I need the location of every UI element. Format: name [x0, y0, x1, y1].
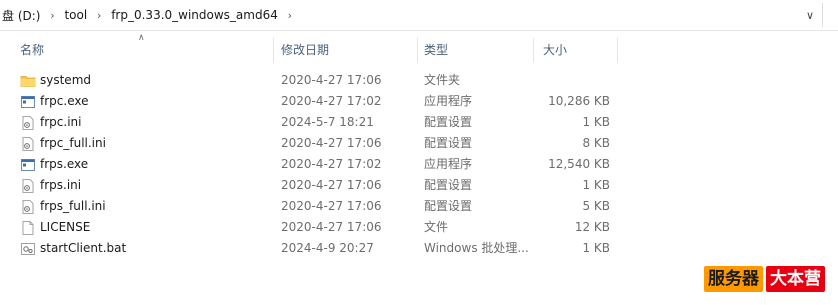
chevron-right-icon[interactable]: ›: [42, 9, 62, 22]
column-divider[interactable]: [417, 38, 418, 62]
file-name: frps.ini: [40, 178, 82, 192]
file-size: 12 KB: [574, 220, 610, 234]
address-divider: [822, 3, 823, 27]
file-date: 2020-4-27 17:06: [281, 220, 382, 234]
file-date: 2020-4-27 17:06: [281, 136, 382, 150]
file-name: frpc.exe: [40, 94, 89, 108]
watermark-logo: 服务器 大本营: [704, 266, 825, 292]
address-bar[interactable]: 盘 (D:) › tool › frp_0.33.0_windows_amd64…: [0, 0, 838, 31]
file-date: 2020-4-27 17:02: [281, 157, 382, 171]
file-size: 5 KB: [582, 199, 610, 213]
column-header-name[interactable]: 名称: [20, 36, 44, 64]
file-date: 2020-4-27 17:06: [281, 73, 382, 87]
chevron-down-icon[interactable]: ∨: [800, 5, 820, 25]
file-row[interactable]: frps_full.ini 2020-4-27 17:06 配置设置 5 KB: [0, 196, 838, 217]
file-size: 1 KB: [582, 115, 610, 129]
file-row[interactable]: systemd 2020-4-27 17:06 文件夹: [0, 70, 838, 91]
file-type: 配置设置: [424, 136, 473, 150]
file-size: 1 KB: [582, 178, 610, 192]
file-type: 文件: [424, 220, 449, 234]
bat-icon: [21, 243, 35, 255]
ini-icon: [22, 179, 34, 193]
file-size: 12,540 KB: [548, 157, 610, 171]
folder-icon: [20, 76, 36, 87]
chevron-right-icon[interactable]: ›: [89, 9, 109, 22]
file-row[interactable]: LICENSE 2020-4-27 17:06 文件 12 KB: [0, 217, 838, 238]
column-header-date[interactable]: 修改日期: [281, 36, 329, 64]
exe-icon: [21, 159, 35, 171]
file-row[interactable]: frps.ini 2020-4-27 17:06 配置设置 1 KB: [0, 175, 838, 196]
ini-icon: [22, 116, 34, 130]
file-name: frps_full.ini: [40, 199, 106, 213]
file-name: systemd: [40, 73, 91, 87]
watermark-part1: 服务器: [704, 266, 763, 292]
file-type: 配置设置: [424, 115, 473, 129]
breadcrumb-drive[interactable]: 盘 (D:): [0, 7, 42, 24]
file-size: [540, 70, 610, 91]
file-date: 2024-4-9 20:27: [281, 241, 374, 255]
breadcrumb: 盘 (D:) › tool › frp_0.33.0_windows_amd64…: [0, 5, 300, 25]
file-size: 8 KB: [582, 136, 610, 150]
column-header-type[interactable]: 类型: [424, 36, 448, 64]
file-size: 10,286 KB: [548, 94, 610, 108]
ini-icon: [22, 137, 34, 151]
chevron-right-icon[interactable]: ›: [280, 9, 300, 22]
file-name: frpc.ini: [40, 115, 82, 129]
file-type: 文件夹: [424, 73, 461, 87]
file-type: 配置设置: [424, 178, 473, 192]
breadcrumb-frp-folder[interactable]: frp_0.33.0_windows_amd64: [109, 8, 280, 22]
file-date: 2020-4-27 17:02: [281, 94, 382, 108]
file-type: Windows 批处理...: [424, 241, 529, 255]
breadcrumb-tool[interactable]: tool: [62, 8, 89, 22]
column-divider[interactable]: [617, 38, 618, 62]
file-type: 应用程序: [424, 157, 473, 171]
file-row[interactable]: frpc_full.ini 2020-4-27 17:06 配置设置 8 KB: [0, 133, 838, 154]
file-date: 2020-4-27 17:06: [281, 199, 382, 213]
file-row[interactable]: startClient.bat 2024-4-9 20:27 Windows 批…: [0, 238, 838, 259]
file-name: frpc_full.ini: [40, 136, 106, 150]
ini-icon: [22, 200, 34, 214]
exe-icon: [21, 96, 35, 108]
file-size: 1 KB: [582, 241, 610, 255]
column-header-row: 名称 修改日期 类型 大小: [0, 36, 838, 64]
file-row[interactable]: frps.exe 2020-4-27 17:02 应用程序 12,540 KB: [0, 154, 838, 175]
file-name: frps.exe: [40, 157, 89, 171]
file-date: 2024-5-7 18:21: [281, 115, 374, 129]
file-type: 应用程序: [424, 94, 473, 108]
file-row[interactable]: frpc.exe 2020-4-27 17:02 应用程序 10,286 KB: [0, 91, 838, 112]
file-date: 2020-4-27 17:06: [281, 178, 382, 192]
file-row[interactable]: frpc.ini 2024-5-7 18:21 配置设置 1 KB: [0, 112, 838, 133]
column-divider[interactable]: [533, 38, 534, 62]
column-divider[interactable]: [273, 38, 274, 62]
column-header-size[interactable]: 大小: [543, 36, 567, 64]
file-type: 配置设置: [424, 199, 473, 213]
file-icon: [22, 221, 34, 235]
watermark-part2: 大本营: [766, 266, 825, 292]
file-name: LICENSE: [40, 220, 91, 234]
file-name: startClient.bat: [40, 241, 127, 255]
